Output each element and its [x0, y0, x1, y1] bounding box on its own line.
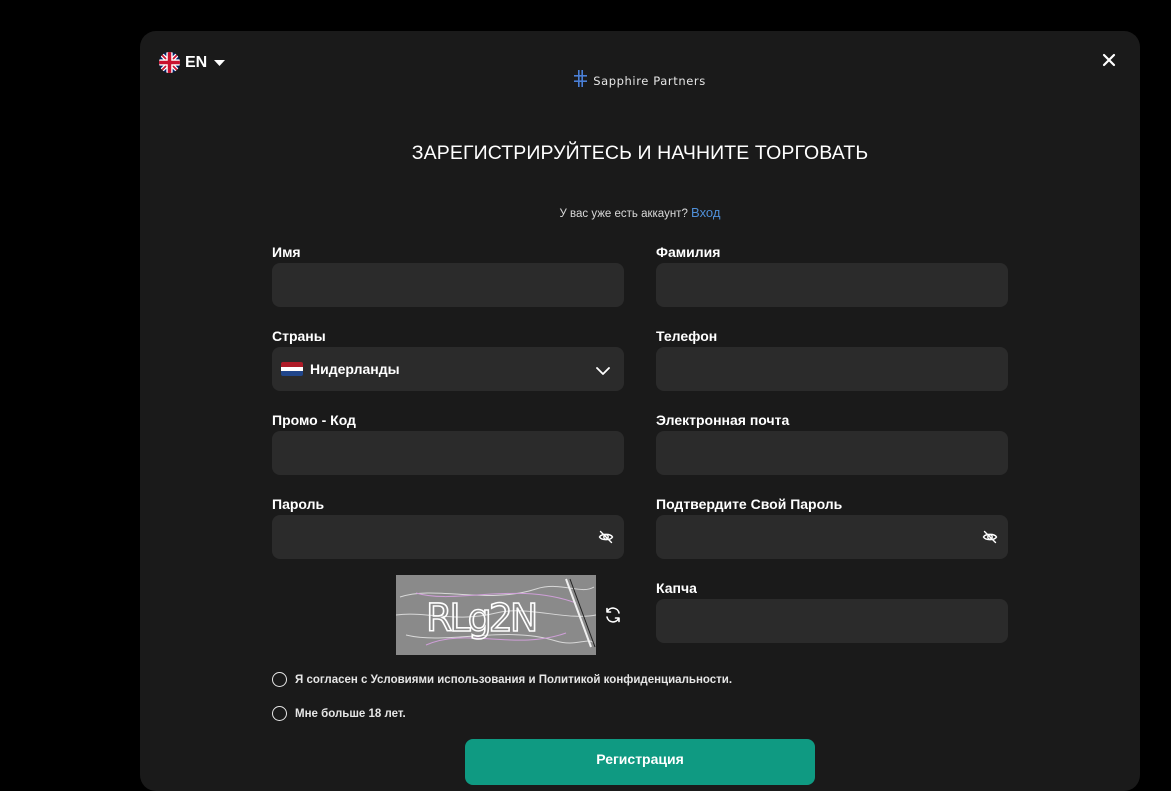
login-link[interactable]: Вход	[691, 205, 720, 220]
email-label: Электронная почта	[656, 412, 790, 428]
password-input[interactable]	[272, 515, 624, 559]
first-name-input[interactable]	[272, 263, 624, 307]
captcha-label: Капча	[656, 580, 697, 596]
promo-input[interactable]	[272, 431, 624, 475]
confirm-password-input[interactable]	[656, 515, 1008, 559]
first-name-label: Имя	[272, 244, 301, 260]
brand-name: Sapphire Partners	[593, 74, 706, 88]
close-icon[interactable]	[1100, 51, 1118, 69]
page-title: ЗАРЕГИСТРИРУЙТЕСЬ И НАЧНИТЕ ТОРГОВАТЬ	[411, 142, 869, 164]
terms-checkbox[interactable]: Я согласен с Условиями использования и П…	[272, 672, 732, 687]
login-prompt-text: У вас уже есть аккаунт?	[559, 208, 688, 220]
terms-radio[interactable]	[272, 672, 287, 687]
country-label: Страны	[272, 328, 326, 344]
country-select[interactable]: Нидерланды	[272, 347, 624, 391]
phone-label: Телефон	[656, 328, 718, 344]
netherlands-flag-icon	[281, 362, 303, 376]
eye-off-icon[interactable]	[982, 529, 998, 550]
refresh-captcha-icon[interactable]	[604, 606, 622, 629]
registration-modal: EN Sapphire Partners ЗАРЕГИСТРИРУЙТЕСЬ И…	[140, 31, 1140, 791]
login-prompt: У вас уже есть аккаунт? Вход	[140, 205, 1140, 220]
caret-down-icon	[214, 54, 226, 72]
terms-text: Я согласен с Условиями использования и П…	[295, 673, 733, 686]
last-name-input[interactable]	[656, 263, 1008, 307]
register-button[interactable]: Регистрация	[465, 739, 815, 785]
age-checkbox[interactable]: Мне больше 18 лет.	[272, 706, 406, 721]
promo-label: Промо - Код	[272, 412, 356, 428]
last-name-label: Фамилия	[656, 244, 721, 260]
password-label: Пароль	[272, 496, 325, 512]
eye-off-icon[interactable]	[598, 529, 614, 550]
brand-logo: Sapphire Partners	[140, 70, 1140, 92]
phone-input[interactable]	[656, 347, 1008, 391]
age-text: Мне больше 18 лет.	[295, 707, 406, 720]
language-code: EN	[185, 53, 208, 71]
age-radio[interactable]	[272, 706, 287, 721]
chevron-down-icon	[596, 363, 610, 381]
svg-text:RLg2N: RLg2N	[426, 596, 535, 640]
logo-icon	[574, 70, 588, 92]
country-value: Нидерланды	[310, 361, 400, 377]
confirm-password-label: Подтвердите Свой Пароль	[656, 496, 843, 512]
captcha-image: RLg2N	[395, 575, 597, 655]
captcha-input[interactable]	[656, 599, 1008, 643]
email-input[interactable]	[656, 431, 1008, 475]
